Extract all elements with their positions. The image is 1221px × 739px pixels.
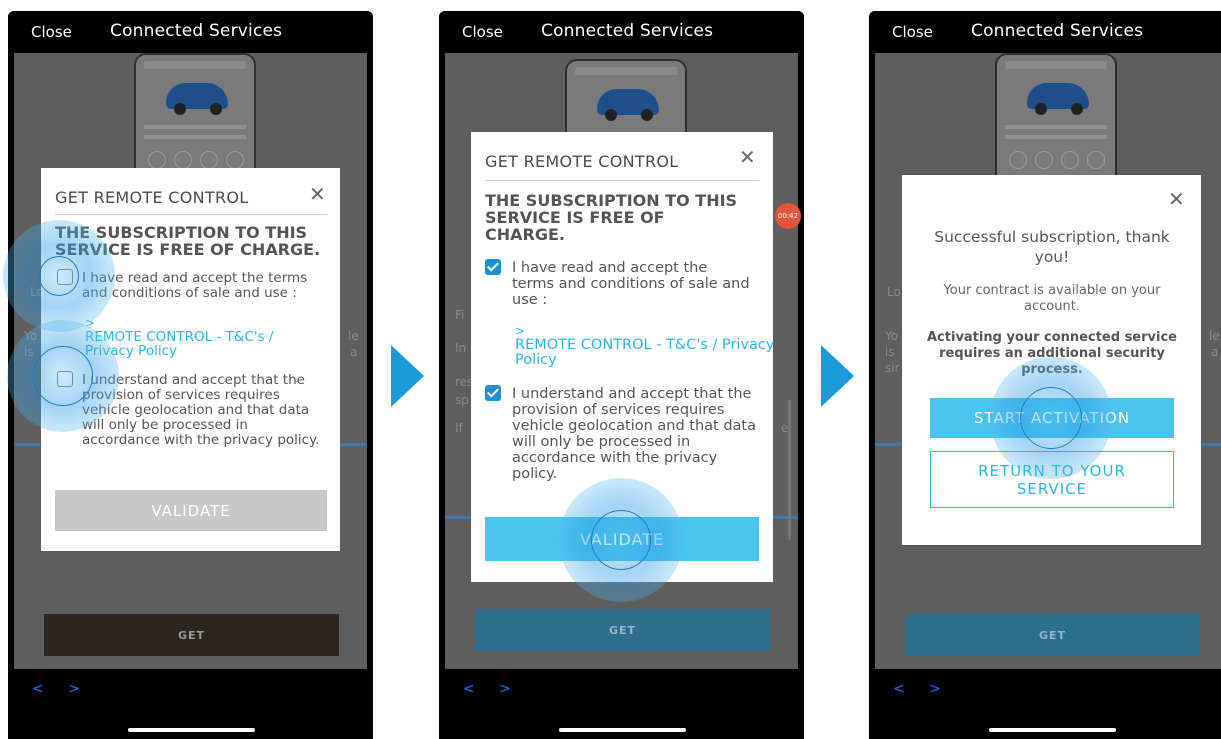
bg-text: sp — [455, 393, 469, 407]
terms-checkbox[interactable] — [485, 259, 501, 275]
bg-text: a — [1211, 345, 1219, 359]
close-icon[interactable]: ✕ — [309, 184, 326, 204]
terms-link[interactable]: REMOTE CONTROL - T&C's / Privacy Policy — [515, 338, 775, 368]
geolocation-checkbox[interactable] — [57, 371, 73, 387]
close-icon[interactable]: ✕ — [1168, 189, 1185, 209]
terms-checkbox[interactable] — [57, 269, 73, 285]
page-title: Connected Services — [971, 21, 1144, 41]
geolocation-label: I understand and accept that the provisi… — [82, 372, 320, 448]
tutorial-sequence: Close Connected Services Lo Yo is le a G… — [0, 0, 1221, 739]
phone-step-1: Close Connected Services Lo Yo is le a G… — [8, 11, 373, 739]
validate-button[interactable]: VALIDATE — [55, 490, 327, 531]
link-arrow: > — [515, 324, 526, 338]
bg-text: is — [885, 345, 895, 359]
home-indicator — [989, 728, 1116, 732]
get-button[interactable]: GET — [475, 609, 770, 651]
bg-text: le — [1209, 329, 1220, 343]
nav-arrows[interactable]: < > — [463, 681, 521, 697]
link-arrow: > — [85, 316, 96, 330]
close-button[interactable]: Close — [31, 23, 72, 41]
success-modal: ✕ Successful subscription, thank you! Yo… — [902, 175, 1201, 545]
free-of-charge-heading: THE SUBSCRIPTION TO THIS SERVICE IS FREE… — [55, 223, 321, 259]
bottom-bar: < > — [869, 669, 1221, 739]
bg-text: If — [455, 421, 463, 435]
page-title: Connected Services — [110, 21, 283, 41]
home-indicator — [559, 728, 686, 732]
start-activation-button[interactable]: START ACTIVATION — [930, 398, 1174, 438]
free-of-charge-heading: THE SUBSCRIPTION TO THIS SERVICE IS FREE… — [485, 191, 738, 244]
top-bar: Close Connected Services — [439, 11, 804, 53]
bg-text: Yo — [885, 329, 899, 343]
bg-text: sir — [885, 361, 900, 375]
get-button[interactable]: GET — [44, 614, 339, 656]
success-message: Successful subscription, thank you! — [934, 228, 1170, 266]
bg-text: le — [348, 329, 359, 343]
close-button[interactable]: Close — [462, 23, 503, 41]
next-step-arrow-icon — [391, 345, 424, 407]
bottom-bar: < > — [8, 669, 373, 739]
bg-text: Lo — [887, 285, 901, 299]
terms-label: I have read and accept the terms and con… — [82, 270, 308, 301]
top-bar: Close Connected Services — [869, 11, 1221, 53]
home-indicator — [128, 728, 255, 732]
phone-step-3: Close Connected Services Lo Yo is sir le… — [869, 11, 1221, 739]
nav-arrows[interactable]: < > — [32, 681, 90, 697]
geolocation-checkbox[interactable] — [485, 385, 501, 401]
next-step-arrow-icon — [821, 345, 854, 407]
top-bar: Close Connected Services — [8, 11, 373, 53]
subscription-modal: GET REMOTE CONTROL ✕ THE SUBSCRIPTION TO… — [41, 168, 340, 551]
nav-arrows[interactable]: < > — [893, 681, 951, 697]
subscription-modal: GET REMOTE CONTROL ✕ THE SUBSCRIPTION TO… — [471, 132, 775, 582]
security-message: Activating your connected service requir… — [927, 330, 1177, 377]
modal-title: GET REMOTE CONTROL — [485, 152, 679, 171]
page-title: Connected Services — [541, 21, 714, 41]
bg-text: Fi — [455, 308, 465, 322]
validate-button[interactable]: VALIDATE — [485, 517, 759, 561]
geolocation-label: I understand and accept that the provisi… — [512, 386, 756, 482]
phone-step-2: Close Connected Services Fi In res sp If… — [439, 11, 804, 739]
bottom-bar: < > — [439, 669, 804, 739]
bg-text: Yo — [24, 329, 38, 343]
close-button[interactable]: Close — [892, 23, 933, 41]
scrollbar[interactable] — [788, 400, 791, 540]
bg-text: a — [350, 345, 358, 359]
bg-text: is — [24, 345, 34, 359]
terms-label: I have read and accept the terms and con… — [512, 260, 750, 308]
modal-title: GET REMOTE CONTROL — [55, 188, 249, 207]
get-button[interactable]: GET — [905, 614, 1200, 656]
terms-link[interactable]: REMOTE CONTROL - T&C's / Privacy Policy — [85, 330, 305, 358]
close-icon[interactable]: ✕ — [739, 147, 756, 167]
contract-message: Your contract is available on your accou… — [943, 283, 1161, 314]
bg-text: In — [455, 341, 467, 355]
recording-badge: 00:42 — [775, 203, 801, 229]
return-to-service-button[interactable]: RETURN TO YOUR SERVICE — [930, 451, 1174, 508]
